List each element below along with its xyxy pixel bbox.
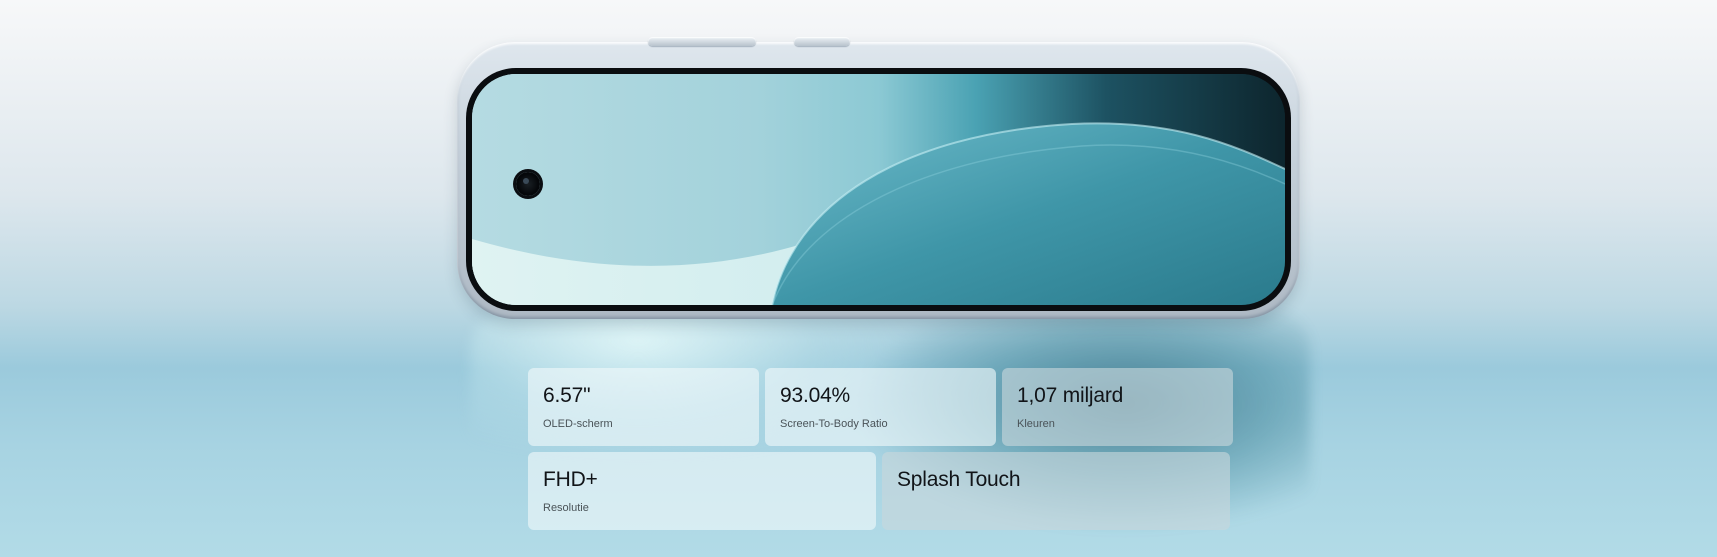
spec-card-screen-ratio: 93.04% Screen-To-Body Ratio — [765, 368, 996, 446]
volume-button — [648, 37, 756, 46]
spec-value: Splash Touch — [897, 468, 1021, 491]
front-camera-icon — [516, 172, 540, 196]
wallpaper-graphic — [472, 74, 1285, 305]
product-hero: 6.57" OLED-scherm 93.04% Screen-To-Body … — [0, 0, 1717, 557]
spec-label: Screen-To-Body Ratio — [780, 418, 888, 430]
spec-card-display-size: 6.57" OLED-scherm — [528, 368, 759, 446]
spec-value: 93.04% — [780, 384, 851, 407]
phone-bezel — [466, 68, 1291, 311]
spec-card-resolution: FHD+ Resolutie — [528, 452, 876, 530]
spec-row: FHD+ Resolutie Splash Touch — [528, 452, 1230, 530]
spec-value: 1,07 miljard — [1017, 384, 1124, 407]
spec-label: Kleuren — [1017, 418, 1055, 430]
phone-image — [457, 37, 1300, 319]
spec-value: 6.57" — [543, 384, 591, 407]
spec-row: 6.57" OLED-scherm 93.04% Screen-To-Body … — [528, 368, 1233, 446]
spec-label: OLED-scherm — [543, 418, 613, 430]
spec-card-colors: 1,07 miljard Kleuren — [1002, 368, 1233, 446]
phone-screen — [472, 74, 1285, 305]
power-button — [794, 37, 850, 46]
spec-card-splash-touch: Splash Touch — [882, 452, 1230, 530]
spec-value: FHD+ — [543, 468, 598, 491]
spec-label: Resolutie — [543, 502, 589, 514]
